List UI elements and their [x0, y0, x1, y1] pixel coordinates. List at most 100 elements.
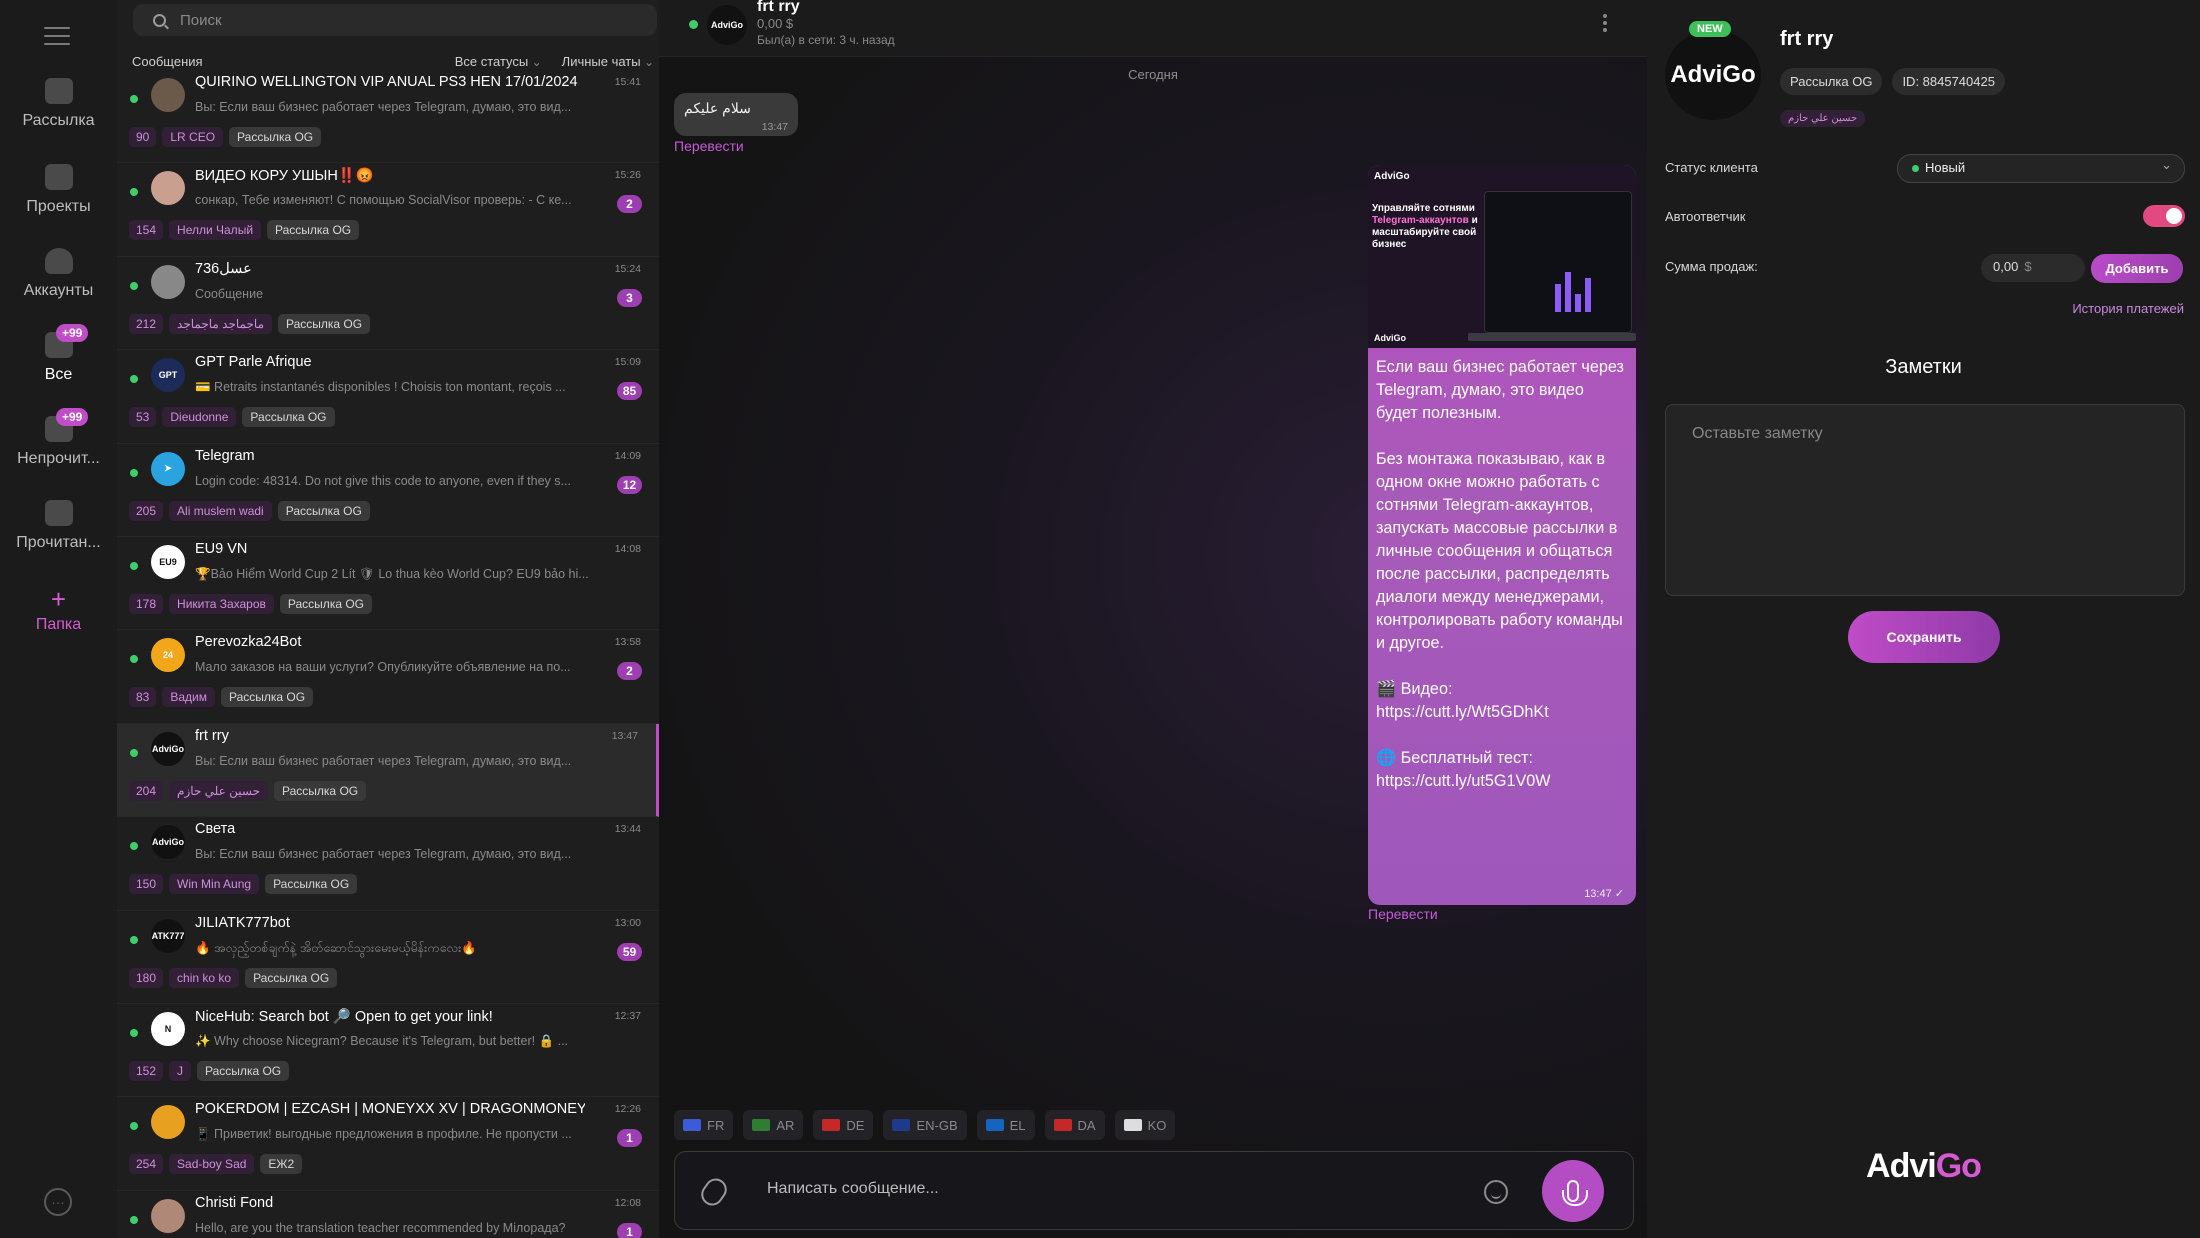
chat-row[interactable]: QUIRINO WELLINGTON VIP ANUAL PS3 HEN 17/…	[117, 70, 659, 164]
nav-unread[interactable]: +99 Непрочит...	[0, 408, 117, 468]
chat-tags: 205 Ali muslem wadi Рассылка OG	[129, 500, 370, 521]
language-chip[interactable]: DE	[813, 1110, 874, 1140]
chat-tag[interactable]: Рассылка OG	[197, 1060, 290, 1081]
translate-link[interactable]: Перевести	[1368, 906, 1438, 922]
sales-currency: $	[2024, 259, 2032, 274]
chat-tag[interactable]: 180	[129, 967, 164, 988]
search-input[interactable]: Поиск	[180, 12, 222, 29]
chat-row[interactable]: ВИДЕО КОРУ УШЫН‼️😡 15:26 сонкар, Тебе изме…	[117, 163, 659, 257]
chat-tag[interactable]: Dieudonne	[162, 407, 237, 428]
chat-row[interactable]: Christi Fond 12:08 Hello, are you the tran…	[117, 1191, 659, 1238]
chat-tag[interactable]: Никита Захаров	[169, 593, 274, 614]
chat-tag[interactable]: ЕЖ2	[260, 1154, 303, 1175]
voice-record-button[interactable]	[1542, 1160, 1604, 1222]
payment-history-link[interactable]: История платежей	[2072, 301, 2184, 316]
chat-time: 13:47	[611, 729, 638, 742]
search-bar[interactable]: Поиск	[133, 4, 657, 36]
chat-tag[interactable]: Рассылка OG	[221, 687, 314, 708]
avatar[interactable]: AdviGo	[707, 5, 747, 45]
language-chip[interactable]: DA	[1044, 1110, 1105, 1140]
chat-tag[interactable]: حسين علي حازم	[169, 780, 269, 801]
chat-tag[interactable]: Рассылка OG	[277, 500, 370, 521]
chat-tag[interactable]: 254	[129, 1154, 164, 1175]
nav-projects[interactable]: Проекты	[0, 164, 117, 216]
chat-tag[interactable]: 90	[129, 127, 157, 147]
chat-tag[interactable]: Вадим	[162, 687, 215, 708]
chat-tag[interactable]: LR CEO	[162, 127, 224, 147]
chat-tag[interactable]: Ali muslem wadi	[169, 500, 272, 521]
chat-tag[interactable]: 154	[129, 220, 164, 241]
chat-tag[interactable]: Рассылка OG	[242, 407, 335, 428]
chat-row[interactable]: 24 Perevozka24Bot 13:58 Мало заказов на ваш…	[117, 630, 659, 724]
chat-tag[interactable]: chin ko ko	[169, 967, 240, 988]
message-input[interactable]: Написать сообщение...	[767, 1180, 939, 1198]
chat-tag[interactable]: Рассылка OG	[245, 967, 338, 988]
language-chip[interactable]: EL	[976, 1110, 1035, 1140]
translate-link[interactable]: Перевести	[674, 138, 744, 154]
language-chip[interactable]: FR	[674, 1110, 734, 1140]
language-chip[interactable]: KO	[1114, 1110, 1176, 1140]
nav-accounts[interactable]: Аккаунты	[0, 248, 117, 300]
chat-tag[interactable]: 53	[129, 407, 157, 428]
nav-read-label: Прочитан...	[16, 534, 101, 551]
manager-tag[interactable]: حسين علي حازم	[1780, 110, 1866, 127]
mailing-tag[interactable]: Рассылка OG	[1780, 68, 1883, 95]
chat-tag[interactable]: 83	[129, 687, 157, 708]
emoji-icon[interactable]	[1484, 1180, 1508, 1204]
chat-tag[interactable]: ماجماجد ماجماجد	[169, 313, 272, 334]
chat-tag[interactable]: 204	[129, 780, 164, 801]
language-code: EN-GB	[916, 1117, 958, 1133]
chat-tag[interactable]: Рассылка OG	[278, 313, 371, 334]
chat-row[interactable]: 736عسل 15:24 Сообщение 3 212 ماجماجد ماجماجد Р…	[117, 257, 659, 351]
chat-tag[interactable]: 152	[129, 1060, 164, 1081]
chat-tag[interactable]: 205	[129, 500, 164, 521]
chat-type-dropdown[interactable]: Личные чаты	[562, 54, 654, 69]
chat-row[interactable]: GPT GPT Parle Afrique 15:09 💳 Retraits inst…	[117, 350, 659, 444]
new-badge: NEW	[1689, 21, 1731, 37]
chat-tag[interactable]: Рассылка OG	[274, 780, 367, 801]
avatar	[151, 264, 185, 299]
chat-tag[interactable]: Нелли Чалый	[169, 220, 262, 241]
chat-tag[interactable]: 212	[129, 313, 164, 334]
chat-row[interactable]: AdviGo frt rry 13:47 Вы: Если ваш бизнес ра…	[117, 723, 659, 818]
nav-read[interactable]: Прочитан...	[0, 500, 117, 552]
chat-row[interactable]: EU9 EU9 VN 14:08 🏆Bảo Hiểm World Cup 2 Lít …	[117, 537, 659, 631]
nav-mailing[interactable]: Рассылка	[0, 78, 117, 130]
id-tag[interactable]: ID: 8845740425	[1892, 68, 2005, 95]
promo-image[interactable]: AdviGo Управляйте сотнями Telegram-аккау…	[1368, 165, 1636, 348]
chat-row[interactable]: ➤ Telegram 14:09 Login code: 48314. Do not …	[117, 444, 659, 537]
sales-amount-field[interactable]: 0,00 $	[1981, 254, 2085, 282]
kebab-menu-icon[interactable]	[1603, 14, 1607, 32]
status-select[interactable]: Новый	[1897, 154, 2185, 183]
chat-row[interactable]: AdviGo Света 13:44 Вы: Если ваш бизнес рабо…	[117, 817, 659, 911]
unread-badge: 1	[617, 1222, 642, 1238]
profile-avatar[interactable]: AdviGo	[1665, 30, 1761, 120]
chat-row[interactable]: N NiceHub: Search bot 🔎 Open to get your …	[117, 1004, 659, 1098]
save-button[interactable]: Сохранить	[1848, 611, 2000, 663]
more-icon[interactable]: …	[44, 1188, 72, 1216]
add-sale-button[interactable]: Добавить	[2091, 254, 2183, 283]
language-chip[interactable]: EN-GB	[883, 1110, 967, 1140]
chat-tag[interactable]: 150	[129, 874, 164, 895]
chat-tag[interactable]: Рассылка OG	[229, 127, 322, 147]
message-time: 13:47	[761, 121, 788, 133]
notes-textarea[interactable]: Оставьте заметку	[1665, 404, 2185, 596]
nav-add-folder[interactable]: + Папка	[0, 586, 117, 634]
chat-tag[interactable]: Рассылка OG	[265, 874, 358, 895]
chat-tag[interactable]: Рассылка OG	[267, 220, 360, 241]
chat-tag[interactable]: Sad-boy Sad	[169, 1154, 255, 1175]
chat-row[interactable]: POKERDOM | EZCASH | MONEYXX XV | DRAGONM…	[117, 1097, 659, 1191]
autoresponder-toggle[interactable]	[2143, 205, 2185, 227]
chat-tag[interactable]: Win Min Aung	[169, 874, 260, 895]
menu-icon[interactable]	[44, 27, 70, 47]
status-filter-dropdown[interactable]: Все статусы	[455, 54, 542, 69]
autoresponder-label: Автоответчик	[1665, 209, 1746, 224]
chat-tag[interactable]: Рассылка OG	[279, 593, 373, 614]
chat-time: 14:09	[614, 449, 641, 462]
language-chip[interactable]: AR	[743, 1110, 804, 1140]
chat-tag[interactable]: J	[169, 1060, 192, 1081]
chat-tag[interactable]: 178	[129, 593, 164, 614]
chat-row[interactable]: ATK777 JILIATK777bot 13:00 🔥 အလှည့်တစ်ချက်န…	[117, 911, 659, 1004]
nav-all[interactable]: +99 Все	[0, 324, 117, 384]
attach-icon[interactable]	[696, 1174, 732, 1210]
